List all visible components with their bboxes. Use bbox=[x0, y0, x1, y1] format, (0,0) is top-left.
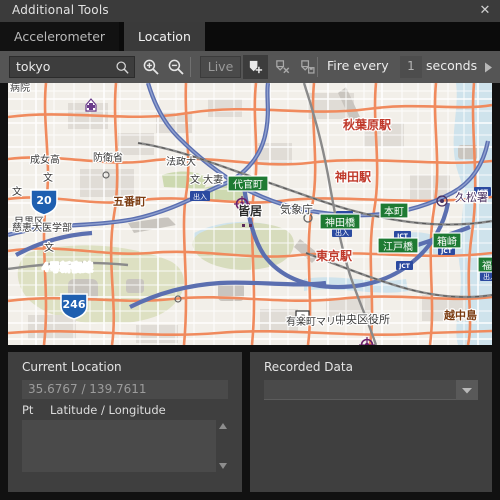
svg-text:JCT: JCT bbox=[440, 248, 453, 255]
fire-every-label: Fire every bbox=[327, 58, 389, 73]
map-label: 文 bbox=[44, 241, 54, 254]
tab-accelerometer[interactable]: Accelerometer bbox=[0, 22, 120, 51]
map-label: 五番町 bbox=[113, 194, 146, 208]
map-label: 慈恵大医学部 bbox=[12, 221, 72, 234]
map-label: 文 bbox=[43, 171, 53, 184]
map-label: 東京駅 bbox=[316, 248, 353, 263]
svg-text:出入: 出入 bbox=[483, 272, 492, 281]
map-place-sign-label: 江戸橋 bbox=[383, 240, 413, 253]
map-label: 気象庁 bbox=[280, 202, 313, 216]
map-place-sign-label: 本町 bbox=[384, 205, 404, 218]
current-location-panel: Current Location 35.6767 / 139.7611 Pt L… bbox=[8, 352, 242, 492]
scroll-up-arrow-icon[interactable] bbox=[218, 422, 228, 430]
zoom-in-icon[interactable] bbox=[139, 55, 163, 79]
title-bar: Additional Tools ✕ bbox=[0, 0, 500, 23]
clear-points-icon[interactable] bbox=[270, 55, 295, 79]
route-shield-icon: 246 bbox=[60, 293, 88, 320]
location-toolbar: Live F bbox=[0, 51, 500, 83]
map-label: 神田駅 bbox=[335, 169, 372, 184]
map-label: 成女高 bbox=[30, 153, 60, 166]
map-place-sign-label: 福住 bbox=[482, 259, 492, 272]
search-input[interactable] bbox=[16, 57, 111, 77]
current-location-title: Current Location bbox=[22, 360, 122, 374]
tokyo-street-map[interactable]: S JCT JCT JCT JCT JCT 出入 出入 出入 20246 bbox=[8, 83, 492, 345]
map-label: 法政大 bbox=[166, 155, 196, 168]
map-place-sign-label: 代官町 bbox=[233, 178, 263, 191]
play-triangle-icon[interactable] bbox=[484, 62, 493, 73]
tab-strip: Accelerometer Location bbox=[0, 22, 500, 51]
route-shield-icon: 20 bbox=[30, 189, 58, 216]
zoom-out-icon[interactable] bbox=[164, 55, 188, 79]
map-label: 防衛省 bbox=[93, 151, 123, 164]
search-field[interactable] bbox=[9, 56, 135, 78]
toolbar-separator-2 bbox=[317, 57, 318, 77]
points-list[interactable] bbox=[22, 420, 216, 472]
svg-text:JCT: JCT bbox=[398, 263, 411, 270]
svg-text:20: 20 bbox=[36, 194, 52, 207]
interval-input[interactable]: 1 bbox=[400, 56, 422, 78]
magnifier-icon[interactable] bbox=[115, 60, 130, 75]
map-label: 病院 bbox=[10, 83, 30, 94]
svg-text:出入: 出入 bbox=[193, 192, 207, 201]
live-button[interactable]: Live bbox=[200, 56, 241, 78]
scroll-down-arrow-icon[interactable] bbox=[218, 462, 228, 470]
map-label: 4号新宿線 bbox=[42, 260, 93, 274]
map-label: 中央区役所 bbox=[335, 312, 390, 326]
recorded-data-panel: Recorded Data bbox=[250, 352, 492, 492]
seconds-label: seconds bbox=[426, 58, 478, 73]
recorded-data-title: Recorded Data bbox=[264, 360, 353, 374]
map-label: 文 大妻 bbox=[190, 173, 223, 186]
column-header-pt: Pt bbox=[22, 403, 34, 417]
column-header-lat-lon: Latitude / Longitude bbox=[50, 403, 166, 417]
toolbar-separator bbox=[190, 57, 191, 77]
map-label: 文 bbox=[12, 185, 22, 198]
additional-tools-window: Additional Tools ✕ Accelerometer Locatio… bbox=[0, 0, 500, 500]
map-label: 久松署 bbox=[455, 190, 488, 204]
tab-location[interactable]: Location bbox=[124, 22, 205, 51]
map-viewport[interactable]: S JCT JCT JCT JCT JCT 出入 出入 出入 20246 bbox=[8, 83, 492, 345]
close-icon[interactable]: ✕ bbox=[474, 2, 496, 20]
add-point-icon[interactable] bbox=[243, 55, 268, 79]
svg-text:246: 246 bbox=[63, 298, 86, 311]
map-place-sign-label: 神田橋 bbox=[325, 216, 355, 229]
map-label: 越中島 bbox=[443, 308, 477, 322]
window-title: Additional Tools bbox=[12, 3, 109, 17]
current-location-value[interactable]: 35.6767 / 139.7611 bbox=[22, 380, 228, 399]
points-list-scrollbar[interactable] bbox=[216, 420, 230, 472]
map-place-sign-label: 箱崎 bbox=[437, 235, 457, 248]
map-label: 秋葉原駅 bbox=[343, 117, 392, 132]
recorded-data-select[interactable] bbox=[264, 380, 478, 400]
map-label: 皆居 bbox=[238, 203, 262, 218]
chevron-down-icon[interactable] bbox=[456, 380, 478, 400]
